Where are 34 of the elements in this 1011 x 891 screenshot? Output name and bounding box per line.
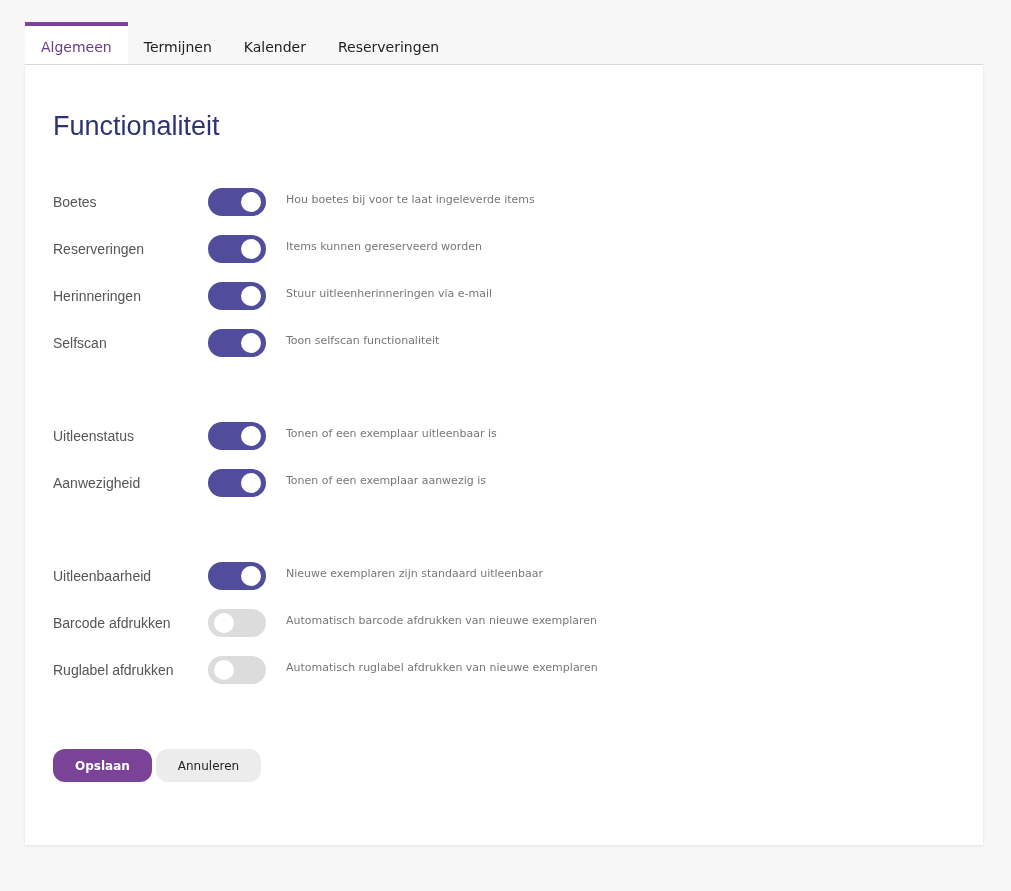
setting-description: Items kunnen gereserveerd worden — [286, 239, 482, 253]
tab[interactable]: Kalender — [227, 22, 322, 64]
setting-label: Boetes — [53, 194, 98, 210]
setting-description: Hou boetes bij voor te laat ingeleverde items — [286, 192, 535, 206]
tab[interactable]: Algemeen — [25, 22, 128, 64]
setting-description: Automatisch ruglabel afdrukken van nieuwe exemplaren — [286, 660, 598, 674]
tab[interactable]: Reserveringen — [321, 22, 456, 64]
toggle-switch[interactable] — [208, 656, 266, 684]
toggle-switch[interactable] — [208, 235, 266, 263]
setting-label: Barcode afdrukken — [53, 615, 172, 631]
setting-description: Nieuwe exemplaren zijn standaard uitleenbaar — [286, 566, 544, 580]
section-title: Functionaliteit — [53, 111, 221, 142]
setting-label: Selfscan — [53, 335, 108, 351]
cancel-button[interactable]: Annuleren — [155, 749, 262, 782]
toggle-switch[interactable] — [208, 329, 266, 357]
save-button[interactable]: Opslaan — [53, 749, 152, 782]
toggle-switch[interactable] — [208, 422, 266, 450]
setting-label: Aanwezigheid — [53, 475, 142, 491]
setting-description: Toon selfscan functionaliteit — [286, 333, 440, 347]
setting-description: Stuur uitleenherinneringen via e-mail — [286, 286, 493, 300]
setting-label: Ruglabel afdrukken — [53, 662, 175, 678]
setting-label: Reserveringen — [53, 241, 146, 257]
setting-label: Uitleenbaarheid — [53, 568, 153, 584]
toggle-switch[interactable] — [208, 188, 266, 216]
toggle-switch[interactable] — [208, 562, 266, 590]
setting-label: Uitleenstatus — [53, 428, 135, 444]
toggle-switch[interactable] — [208, 469, 266, 497]
setting-label: Herinneringen — [53, 288, 142, 304]
tab[interactable]: Termijnen — [127, 22, 228, 64]
toggle-switch[interactable] — [208, 282, 266, 310]
setting-description: Automatisch barcode afdrukken van nieuwe exemplaren — [286, 613, 598, 627]
toggle-switch[interactable] — [208, 609, 266, 637]
setting-description: Tonen of een exemplaar aanwezig is — [286, 473, 486, 487]
setting-description: Tonen of een exemplaar uitleenbaar is — [286, 426, 497, 440]
